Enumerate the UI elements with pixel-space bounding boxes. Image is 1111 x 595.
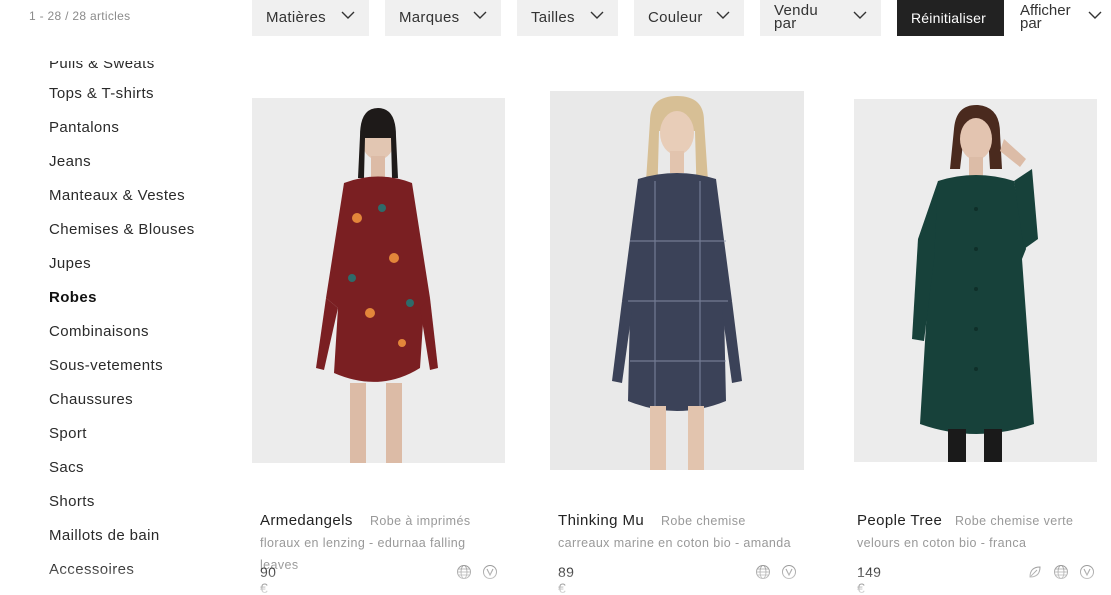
filter-marques-dropdown[interactable]: Marques [385,0,501,36]
product-photo-model [550,91,804,470]
product-photo-model [854,99,1097,462]
sidebar-item-jeans[interactable]: Jeans [49,153,239,187]
reset-button-label: Réinitialiser [911,10,986,26]
chevron-down-icon [590,11,604,19]
product-price: 90 € [260,564,277,595]
globe-icon [756,565,770,579]
product-image[interactable] [550,91,804,470]
dress-shape [920,175,1034,434]
filter-vendu-par-label: Vendu par [774,2,819,32]
sidebar-item-chaussures[interactable]: Chaussures [49,391,239,425]
filter-couleur-label: Couleur [648,9,703,26]
sidebar-item-robes[interactable]: Robes [49,289,239,323]
sidebar-item-sport[interactable]: Sport [49,425,239,459]
sidebar-item-combinaisons[interactable]: Combinaisons [49,323,239,357]
filter-matieres-dropdown[interactable]: Matières [252,0,369,36]
globe-icon [1054,565,1068,579]
leaf-icon [1029,566,1041,578]
chevron-down-icon [853,11,867,19]
product-description[interactable]: Robe chemise carreaux marine en coton bi… [558,510,798,554]
sidebar-item-sous-vetements[interactable]: Sous-vetements [49,357,239,391]
chevron-down-icon [716,11,730,19]
sidebar-item-sacs[interactable]: Sacs [49,459,239,493]
sidebar-item-shorts[interactable]: Shorts [49,493,239,527]
product-badges [456,564,498,580]
afficher-par-dropdown[interactable]: Afficher par [1020,0,1111,36]
filter-couleur-dropdown[interactable]: Couleur [634,0,744,36]
dress-shape [326,176,430,382]
product-badges [755,564,797,580]
globe-icon [457,565,471,579]
filter-marques-label: Marques [399,9,460,26]
reset-button[interactable]: Réinitialiser [897,0,1004,36]
chevron-down-icon [1088,11,1102,19]
afficher-par-label: Afficher par [1020,2,1071,32]
filter-tailles-dropdown[interactable]: Tailles [517,0,618,36]
product-description[interactable]: Robe chemise verte velours en coton bio … [857,510,1097,554]
sidebar-item-pantalons[interactable]: Pantalons [49,119,239,153]
product-image[interactable] [252,98,505,463]
vegan-icon [483,565,497,579]
filter-vendu-par-dropdown[interactable]: Vendu par [760,0,881,36]
sidebar-item-jupes[interactable]: Jupes [49,255,239,289]
filter-tailles-label: Tailles [531,9,575,26]
sidebar-item-manteaux-vestes[interactable]: Manteaux & Vestes [49,187,239,221]
chevron-down-icon [473,11,487,19]
vegan-icon [782,565,796,579]
filter-matieres-label: Matières [266,9,326,26]
chevron-down-icon [341,11,355,19]
sidebar-item-chemises-blouses[interactable]: Chemises & Blouses [49,221,239,255]
sidebar-item-accessoires[interactable]: Accessoires [49,561,239,595]
dress-shape [622,173,732,411]
results-count: 1 - 28 / 28 articles [29,9,131,23]
sidebar-item-maillots-de-bain[interactable]: Maillots de bain [49,527,239,561]
category-sidebar: Pulls & Sweats Tops & T-shirts Pantalons… [49,61,239,595]
sidebar-item-pulls-sweats[interactable]: Pulls & Sweats [49,61,239,85]
product-image[interactable] [854,99,1097,462]
vegan-icon [1080,565,1094,579]
product-price: 89 € [558,564,575,595]
sidebar-item-tops-tshirts[interactable]: Tops & T-shirts [49,85,239,119]
product-badges [1027,564,1095,580]
product-photo-model [252,98,505,463]
product-price: 149 € [857,564,882,595]
